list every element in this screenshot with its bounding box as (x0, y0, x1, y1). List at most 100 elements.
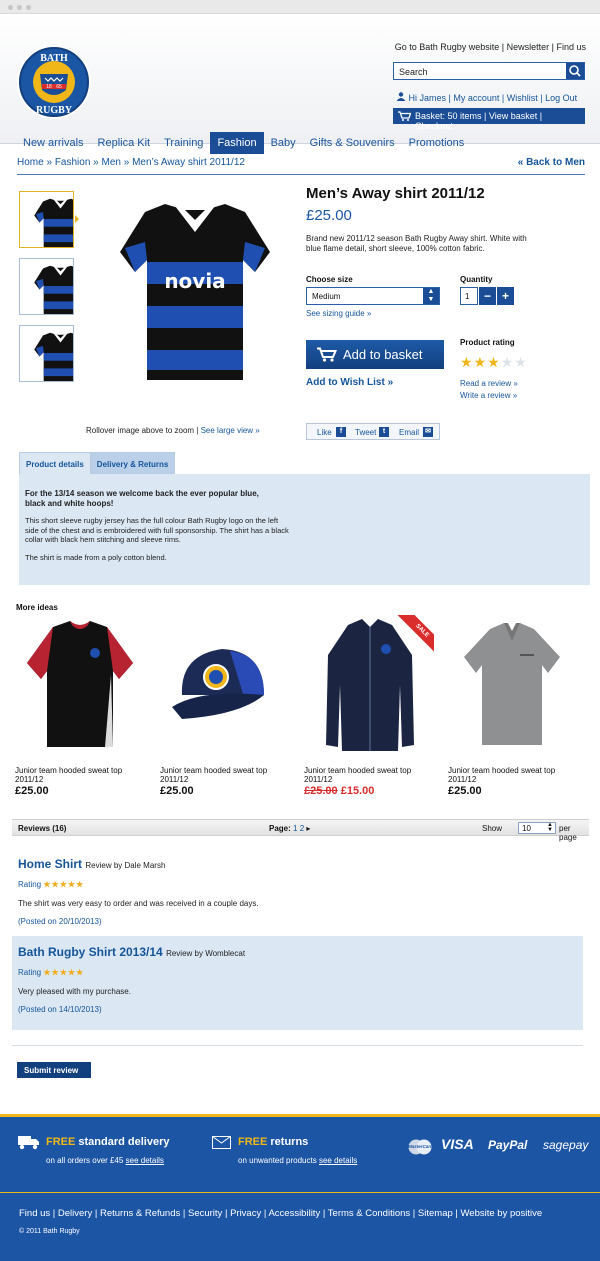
twitter-icon[interactable]: t (379, 427, 389, 437)
zoom-hint: Rollover image above to zoom | See large… (86, 426, 260, 435)
add-to-basket-button[interactable]: Add to basket (306, 340, 444, 369)
like-link[interactable]: Like (317, 428, 332, 437)
product-name[interactable]: Junior team hooded sweat top 2011/12 (15, 766, 145, 784)
free-returns-em: FREE (238, 1136, 268, 1148)
search-button[interactable] (566, 63, 584, 79)
main-nav: New arrivals Replica Kit Training Fashio… (16, 132, 471, 154)
large-view-link[interactable]: See large view » (201, 426, 260, 435)
product-image-tee[interactable] (15, 615, 145, 760)
checkout-link[interactable]: Checkout (415, 121, 453, 131)
basket-count[interactable]: Basket: 50 items (415, 111, 482, 121)
thumbnail-back[interactable] (19, 325, 87, 395)
add-to-wishlist-link[interactable]: Add to Wish List » (306, 377, 393, 388)
wishlist-link[interactable]: Wishlist (507, 93, 538, 103)
share-bar: Like f Tweet t Email ✉ (306, 423, 440, 440)
nav-promotions[interactable]: Promotions (402, 132, 472, 154)
search-icon (569, 65, 581, 77)
next-page-icon[interactable]: ▸ (306, 824, 310, 833)
divider (17, 174, 585, 175)
quantity-input[interactable]: 1 (460, 287, 478, 305)
breadcrumb: Home » Fashion » Men » Men’s Away shirt … (17, 157, 245, 168)
footer-links: Find us | Delivery | Returns & Refunds |… (19, 1208, 543, 1219)
tab-delivery-returns[interactable]: Delivery & Returns (89, 452, 176, 474)
tweet-link[interactable]: Tweet (355, 428, 376, 437)
product-name[interactable]: Junior team hooded sweat top 2011/12 (304, 766, 434, 784)
thumbnail-side[interactable] (19, 258, 87, 328)
review-title-text: Bath Rugby Shirt 2013/14 (18, 945, 163, 959)
reviews-toolbar: Reviews (16) Page: 1 2 ▸ Show 10 ▲ ▼ per p… (12, 819, 589, 842)
basket-icon (317, 347, 337, 362)
sale-ribbon: SALE (394, 615, 434, 655)
email-link[interactable]: Email (399, 428, 419, 437)
read-review-link[interactable]: Read a review » (460, 379, 518, 388)
thumbnail-front[interactable] (19, 191, 87, 261)
nav-training[interactable]: Training (157, 132, 210, 154)
product-image-cap[interactable] (160, 615, 290, 760)
nav-fashion[interactable]: Fashion (210, 132, 264, 154)
top-link-find-us[interactable]: Find us (556, 42, 586, 52)
submit-review-button[interactable]: Submit review » (17, 1062, 91, 1084)
write-review-link[interactable]: Write a review » (460, 391, 517, 400)
product-name[interactable]: Junior team hooded sweat top 2011/12 (448, 766, 578, 784)
quantity-decrease-button[interactable]: − (479, 287, 496, 305)
logout-link[interactable]: Log Out (545, 93, 577, 103)
nav-new-arrivals[interactable]: New arrivals (16, 132, 91, 154)
breadcrumb-men[interactable]: Men (102, 157, 121, 168)
review-text: Very pleased with my purchase. (18, 987, 131, 996)
nav-gifts-souvenirs[interactable]: Gifts & Souvenirs (303, 132, 402, 154)
email-icon[interactable]: ✉ (423, 427, 433, 437)
breadcrumb-fashion[interactable]: Fashion (55, 157, 91, 168)
account-greeting[interactable]: Hi James (409, 93, 447, 103)
review-author: Review by Dale Marsh (85, 861, 166, 870)
page-1-link[interactable]: 1 (293, 824, 297, 833)
size-select[interactable]: Medium ▲ ▼ (306, 287, 440, 305)
footer-link-find-us[interactable]: Find us (19, 1208, 50, 1219)
new-price: £15.00 (340, 785, 375, 797)
review-title: Home Shirt Review by Dale Marsh (18, 857, 577, 871)
footer-link-security[interactable]: Security (188, 1208, 222, 1219)
review-title-text: Home Shirt (18, 857, 83, 871)
svg-text:novia: novia (164, 269, 225, 293)
delivery-details-link[interactable]: see details (126, 1156, 164, 1165)
view-basket-link[interactable]: View basket (489, 111, 537, 121)
footer-link-credit[interactable]: Website by positive (461, 1208, 543, 1219)
returns-details-link[interactable]: see details (319, 1156, 357, 1165)
footer-link-returns[interactable]: Returns & Refunds (100, 1208, 180, 1219)
svg-text:18: 18 (46, 84, 52, 90)
details-paragraph: The shirt is made from a poly cotton ble… (25, 552, 167, 562)
facebook-icon[interactable]: f (336, 427, 346, 437)
search-input[interactable]: Search (393, 62, 585, 80)
breadcrumb-home[interactable]: Home (17, 157, 44, 168)
footer-link-delivery[interactable]: Delivery (58, 1208, 92, 1219)
footer-link-accessibility[interactable]: Accessibility (268, 1208, 320, 1219)
selected-arrow-icon (75, 215, 79, 223)
old-price: £25.00 (304, 785, 338, 797)
back-to-men-link[interactable]: « Back to Men (518, 157, 585, 168)
free-returns-sub: on unwanted products see details (238, 1156, 357, 1165)
product-image-polo[interactable] (448, 615, 578, 760)
nav-replica-kit[interactable]: Replica Kit (91, 132, 158, 154)
per-page-select[interactable]: 10 ▲ ▼ (518, 822, 556, 834)
bath-rugby-logo[interactable]: BATH RUGBY 18 65 (16, 44, 92, 120)
quantity-increase-button[interactable]: + (497, 287, 514, 305)
footer-divider (0, 1192, 600, 1193)
sizing-guide-link[interactable]: See sizing guide » (306, 309, 371, 318)
quantity-label: Quantity (460, 275, 493, 284)
product-main-image[interactable]: novia (93, 190, 293, 390)
nav-baby[interactable]: Baby (264, 132, 303, 154)
review-item: Bath Rugby Shirt 2013/14 Review by Wombl… (12, 936, 583, 1030)
footer-link-terms[interactable]: Terms & Conditions (328, 1208, 410, 1219)
pagination: Page: 1 2 ▸ (269, 824, 310, 833)
svg-text:BATH: BATH (40, 53, 68, 64)
envelope-icon (212, 1136, 231, 1149)
footer-link-sitemap[interactable]: Sitemap (418, 1208, 453, 1219)
breadcrumb-current[interactable]: Men’s Away shirt 2011/12 (132, 157, 245, 168)
top-link-newsletter[interactable]: Newsletter (507, 42, 550, 52)
product-name[interactable]: Junior team hooded sweat top 2011/12 (160, 766, 290, 784)
page-2-link[interactable]: 2 (300, 824, 304, 833)
footer-link-privacy[interactable]: Privacy (230, 1208, 261, 1219)
tab-product-details[interactable]: Product details (19, 452, 91, 474)
top-link-website[interactable]: Go to Bath Rugby website (395, 42, 500, 52)
my-account-link[interactable]: My account (453, 93, 499, 103)
review-title: Bath Rugby Shirt 2013/14 Review by Wombl… (18, 945, 577, 959)
